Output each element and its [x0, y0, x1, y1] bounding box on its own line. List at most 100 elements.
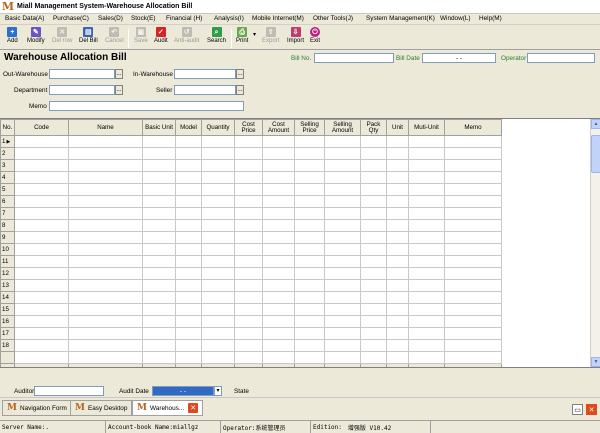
table-cell[interactable] [68, 183, 143, 196]
table-cell[interactable] [360, 207, 387, 220]
table-row[interactable]: 3 [0, 159, 502, 172]
table-cell[interactable] [175, 207, 202, 220]
table-cell[interactable] [201, 135, 235, 148]
table-cell[interactable] [386, 147, 409, 160]
table-cell[interactable] [324, 291, 361, 304]
table-cell[interactable] [142, 147, 176, 160]
table-cell[interactable] [201, 243, 235, 256]
table-cell[interactable] [175, 231, 202, 244]
table-row[interactable]: 15 [0, 303, 502, 316]
table-cell[interactable] [408, 135, 445, 148]
table-cell[interactable] [408, 219, 445, 232]
table-cell[interactable] [386, 267, 409, 280]
department-lookup-button[interactable]: ... [115, 85, 123, 95]
table-cell[interactable] [294, 231, 325, 244]
table-cell[interactable] [234, 291, 263, 304]
menu-purchase[interactable]: Purchase(C) [53, 15, 89, 22]
table-cell[interactable] [14, 243, 69, 256]
table-cell[interactable] [14, 219, 69, 232]
table-cell[interactable] [14, 315, 69, 328]
auditor-field[interactable] [34, 386, 104, 396]
table-cell[interactable] [294, 207, 325, 220]
table-cell[interactable] [444, 267, 502, 280]
table-row[interactable]: 4 [0, 171, 502, 184]
table-cell[interactable] [234, 327, 263, 340]
table-row[interactable] [0, 351, 502, 364]
table-cell[interactable] [294, 351, 325, 364]
table-cell[interactable] [14, 279, 69, 292]
table-cell[interactable] [68, 279, 143, 292]
table-cell[interactable] [360, 159, 387, 172]
table-cell[interactable] [386, 195, 409, 208]
table-cell[interactable] [262, 267, 295, 280]
table-cell[interactable] [444, 135, 502, 148]
table-cell[interactable] [408, 171, 445, 184]
table-cell[interactable] [324, 219, 361, 232]
table-cell[interactable] [444, 183, 502, 196]
table-cell[interactable] [324, 351, 361, 364]
table-cell[interactable] [324, 183, 361, 196]
scroll-down-icon[interactable]: ▼ [591, 357, 600, 367]
table-cell[interactable] [201, 159, 235, 172]
table-cell[interactable] [262, 255, 295, 268]
table-cell[interactable] [408, 231, 445, 244]
table-cell[interactable] [201, 183, 235, 196]
table-cell[interactable] [234, 159, 263, 172]
table-cell[interactable] [14, 291, 69, 304]
table-cell[interactable] [234, 279, 263, 292]
col-name[interactable]: Name [68, 119, 143, 136]
table-cell[interactable] [175, 171, 202, 184]
table-cell[interactable] [175, 195, 202, 208]
table-cell[interactable] [444, 243, 502, 256]
table-cell[interactable] [68, 171, 143, 184]
table-cell[interactable] [234, 195, 263, 208]
table-cell[interactable] [14, 339, 69, 352]
table-cell[interactable] [68, 315, 143, 328]
table-cell[interactable] [444, 171, 502, 184]
table-cell[interactable] [175, 255, 202, 268]
table-cell[interactable] [408, 327, 445, 340]
table-cell[interactable] [142, 219, 176, 232]
col-basic-unit[interactable]: Basic Unit [142, 119, 176, 136]
table-cell[interactable] [201, 207, 235, 220]
table-cell[interactable] [201, 339, 235, 352]
table-cell[interactable] [408, 195, 445, 208]
table-cell[interactable] [142, 303, 176, 316]
menu-sales[interactable]: Sales(D) [98, 15, 123, 22]
table-cell[interactable] [360, 351, 387, 364]
table-cell[interactable] [175, 291, 202, 304]
col-pack-qty[interactable]: Pack Qty [360, 119, 387, 136]
table-cell[interactable] [324, 327, 361, 340]
table-cell[interactable] [68, 255, 143, 268]
table-cell[interactable] [386, 303, 409, 316]
table-cell[interactable] [68, 231, 143, 244]
table-cell[interactable] [201, 327, 235, 340]
menu-basic-data[interactable]: Basic Data(A) [5, 15, 44, 22]
table-cell[interactable] [142, 159, 176, 172]
table-cell[interactable] [360, 255, 387, 268]
table-row[interactable]: 10 [0, 243, 502, 256]
menu-stock[interactable]: Stock(E) [131, 15, 156, 22]
table-cell[interactable] [408, 183, 445, 196]
table-cell[interactable] [360, 171, 387, 184]
table-cell[interactable] [408, 291, 445, 304]
table-cell[interactable] [262, 339, 295, 352]
table-cell[interactable] [324, 255, 361, 268]
table-cell[interactable] [324, 195, 361, 208]
cancel-button[interactable]: ↶ Cancel [105, 27, 124, 44]
out-warehouse-lookup-button[interactable]: ... [115, 69, 123, 79]
table-cell[interactable] [175, 147, 202, 160]
table-cell[interactable] [14, 267, 69, 280]
table-cell[interactable] [142, 315, 176, 328]
table-cell[interactable] [14, 135, 69, 148]
table-cell[interactable] [294, 195, 325, 208]
tab-warehouse-allocation[interactable]: M Warehous... ✕ [132, 400, 204, 416]
table-cell[interactable] [294, 243, 325, 256]
table-cell[interactable] [14, 171, 69, 184]
table-cell[interactable] [294, 183, 325, 196]
table-row[interactable]: 1▶ [0, 135, 502, 148]
table-cell[interactable] [68, 207, 143, 220]
table-cell[interactable] [262, 195, 295, 208]
table-cell[interactable] [234, 219, 263, 232]
print-dropdown[interactable]: ▾ [253, 31, 256, 38]
